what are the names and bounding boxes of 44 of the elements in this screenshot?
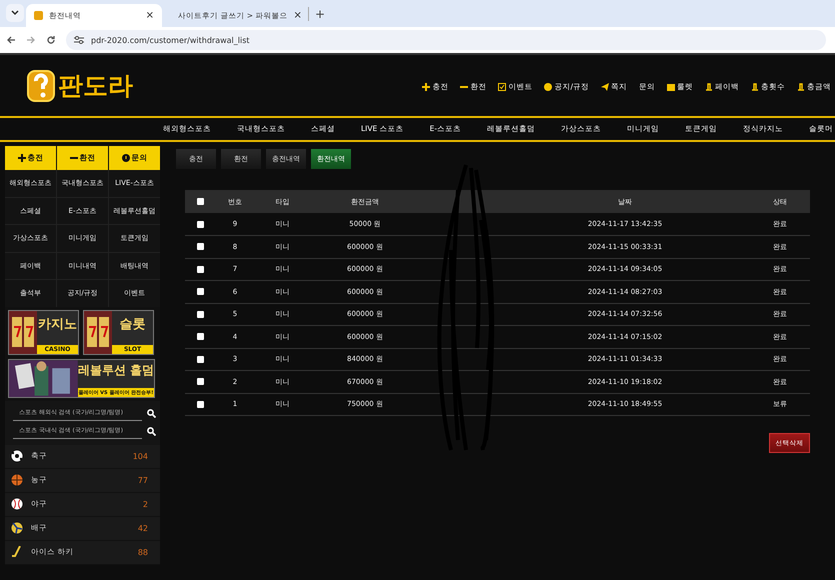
checklist-icon <box>498 82 506 90</box>
baseball-icon <box>11 498 23 510</box>
banner-title: 슬롯 <box>120 316 146 332</box>
tab-list-icon[interactable] <box>6 4 24 22</box>
plus-icon <box>18 154 26 162</box>
row-checkbox[interactable] <box>196 266 204 273</box>
banner-title: 레볼루션 홀덤 <box>78 362 154 378</box>
sport-count: 77 <box>138 476 148 484</box>
search-icon <box>147 409 156 418</box>
soccer-ball-icon <box>11 450 23 462</box>
basketball-icon <box>11 474 23 486</box>
select-all-checkbox[interactable] <box>196 198 204 205</box>
search-icon <box>147 427 156 436</box>
row-checkbox[interactable] <box>196 310 204 318</box>
row-checkbox[interactable] <box>196 220 204 228</box>
sport-count: 2 <box>142 500 148 508</box>
paper-plane-icon <box>601 82 609 90</box>
favicon-icon <box>34 11 43 20</box>
close-tab-button[interactable]: × <box>293 10 302 21</box>
volleyball-icon <box>11 522 23 534</box>
row-checkbox[interactable] <box>196 378 204 386</box>
close-tab-button[interactable]: × <box>146 10 154 21</box>
minus-icon <box>70 154 78 162</box>
new-tab-button[interactable]: + <box>308 7 326 21</box>
url-text: pdr-2020.com/customer/withdrawal_list <box>91 36 250 44</box>
row-checkbox[interactable] <box>196 243 204 250</box>
row-checkbox[interactable] <box>196 356 204 363</box>
sport-count: 42 <box>138 524 148 532</box>
back-icon[interactable] <box>6 35 16 45</box>
info-icon <box>122 154 130 162</box>
reload-icon[interactable] <box>46 35 56 45</box>
hockey-stick-icon <box>11 546 23 558</box>
row-checkbox[interactable] <box>196 288 204 296</box>
logo-icon <box>26 68 56 102</box>
row-checkbox[interactable] <box>196 333 204 340</box>
address-bar[interactable]: pdr-2020.com/customer/withdrawal_list <box>66 30 826 50</box>
sport-count: 88 <box>138 548 148 556</box>
plus-icon <box>422 82 430 90</box>
coin-icon <box>544 82 552 90</box>
sport-count: 104 <box>132 452 148 460</box>
row-checkbox[interactable] <box>196 400 204 408</box>
logo-text: 판도라 <box>58 70 133 102</box>
banner-title: 카지노 <box>38 316 77 332</box>
site-settings-icon[interactable] <box>74 36 84 44</box>
